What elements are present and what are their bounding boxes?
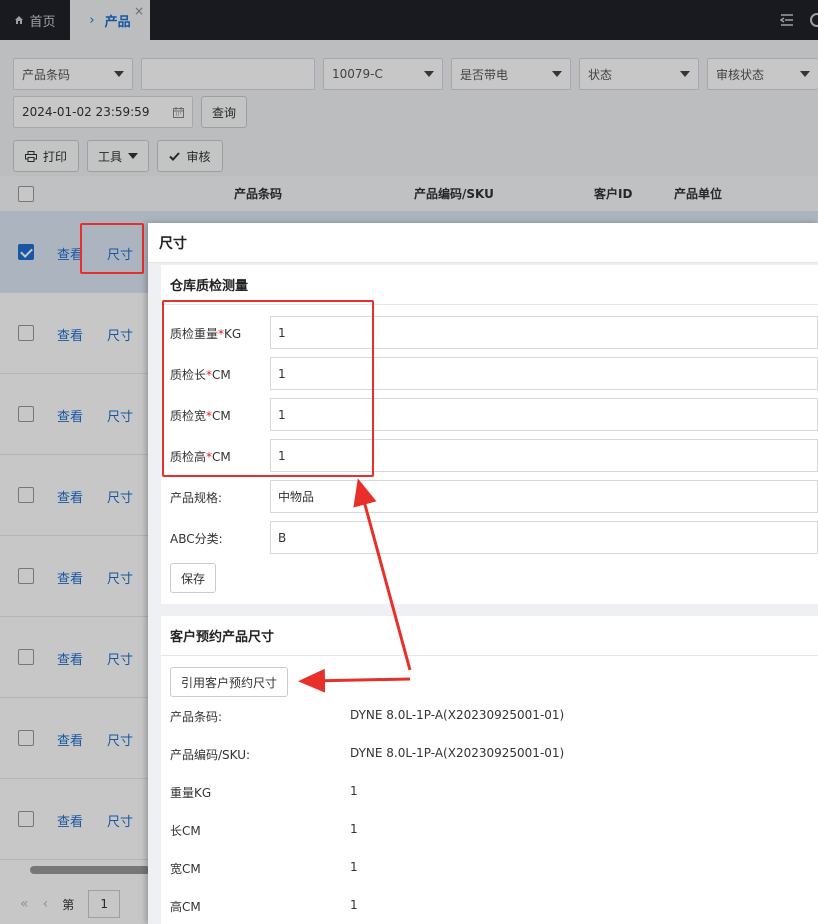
arrow-to-required-fields: [353, 478, 412, 671]
annotation-arrows: [298, 478, 412, 693]
arrow-to-cite-button: [298, 668, 411, 693]
